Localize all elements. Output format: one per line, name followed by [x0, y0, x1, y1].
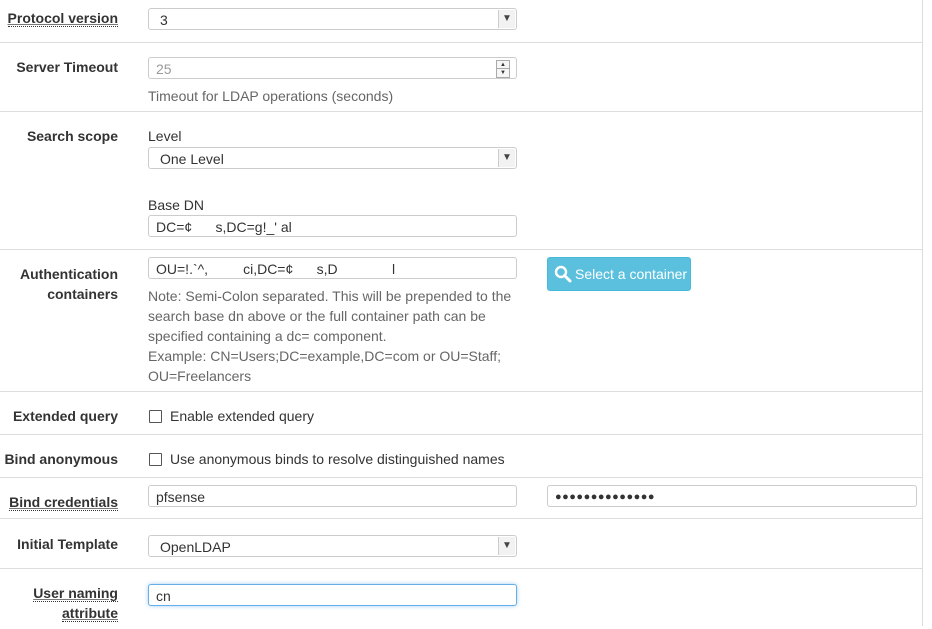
- user-naming-row: User naming attribute cn: [0, 569, 922, 629]
- select-container-button[interactable]: Select a container: [547, 257, 691, 291]
- base-dn-label: Base DN: [148, 197, 205, 213]
- bind-password-input[interactable]: ●●●●●●●●●●●●●●: [547, 485, 917, 507]
- extended-query-label: Extended query: [12, 408, 118, 424]
- chevron-down-icon: ▼: [498, 149, 515, 167]
- bind-anonymous-checkbox[interactable]: [149, 453, 162, 466]
- search-icon: [554, 265, 572, 283]
- search-scope-row: Search scope Level One Level ▼ Base DN D…: [0, 112, 922, 250]
- initial-template-label: Initial Template: [17, 536, 118, 552]
- bind-anonymous-row: Bind anonymous Use anonymous binds to re…: [0, 435, 922, 478]
- protocol-version-label: Protocol version: [7, 10, 118, 27]
- server-timeout-label: Server Timeout: [16, 59, 118, 75]
- bind-username-input[interactable]: pfsense: [148, 485, 517, 507]
- spinner-up-icon[interactable]: ▲: [497, 61, 509, 69]
- extended-query-checkbox-label[interactable]: Enable extended query: [170, 406, 314, 426]
- auth-containers-label: Authentication containers: [20, 266, 118, 302]
- bind-anonymous-label: Bind anonymous: [4, 451, 118, 467]
- server-timeout-row: Server Timeout 25 ▲ ▼ Timeout for LDAP o…: [0, 43, 922, 112]
- server-timeout-help: Timeout for LDAP operations (seconds): [148, 88, 394, 104]
- auth-containers-input[interactable]: OU=!.`^, ci,DC=¢ s,D l: [148, 257, 517, 279]
- chevron-down-icon: ▼: [498, 537, 515, 555]
- extended-query-checkbox[interactable]: [149, 410, 162, 423]
- initial-template-row: Initial Template OpenLDAP ▼: [0, 519, 922, 569]
- spinner-down-icon[interactable]: ▼: [497, 69, 509, 77]
- user-naming-input[interactable]: cn: [148, 584, 517, 606]
- user-naming-label: User naming attribute: [33, 585, 118, 622]
- chevron-down-icon: ▼: [498, 10, 515, 28]
- protocol-version-value: 3: [160, 12, 168, 28]
- search-scope-label: Search scope: [26, 128, 118, 144]
- protocol-version-row: Protocol version 3 ▼: [0, 0, 922, 43]
- ldap-settings-panel: Protocol version 3 ▼ Server Timeout 25 ▲…: [0, 0, 923, 626]
- bind-credentials-label: Bind credentials: [9, 494, 118, 511]
- extended-query-row: Extended query Enable extended query: [0, 392, 922, 435]
- bind-anonymous-checkbox-label[interactable]: Use anonymous binds to resolve distingui…: [170, 449, 505, 469]
- protocol-version-select[interactable]: 3 ▼: [148, 8, 517, 30]
- level-select[interactable]: One Level ▼: [148, 147, 517, 169]
- bind-credentials-row: Bind credentials pfsense ●●●●●●●●●●●●●●: [0, 478, 922, 519]
- number-spinner[interactable]: ▲ ▼: [496, 60, 510, 78]
- auth-containers-row: Authentication containers OU=!.`^, ci,DC…: [0, 250, 922, 392]
- server-timeout-input[interactable]: 25 ▲ ▼: [148, 57, 517, 79]
- level-label: Level: [148, 128, 182, 144]
- base-dn-input[interactable]: DC=¢ s,DC=g!_' al: [148, 215, 517, 237]
- initial-template-select[interactable]: OpenLDAP ▼: [148, 535, 517, 557]
- auth-containers-note: Note: Semi-Colon separated. This will be…: [148, 288, 512, 384]
